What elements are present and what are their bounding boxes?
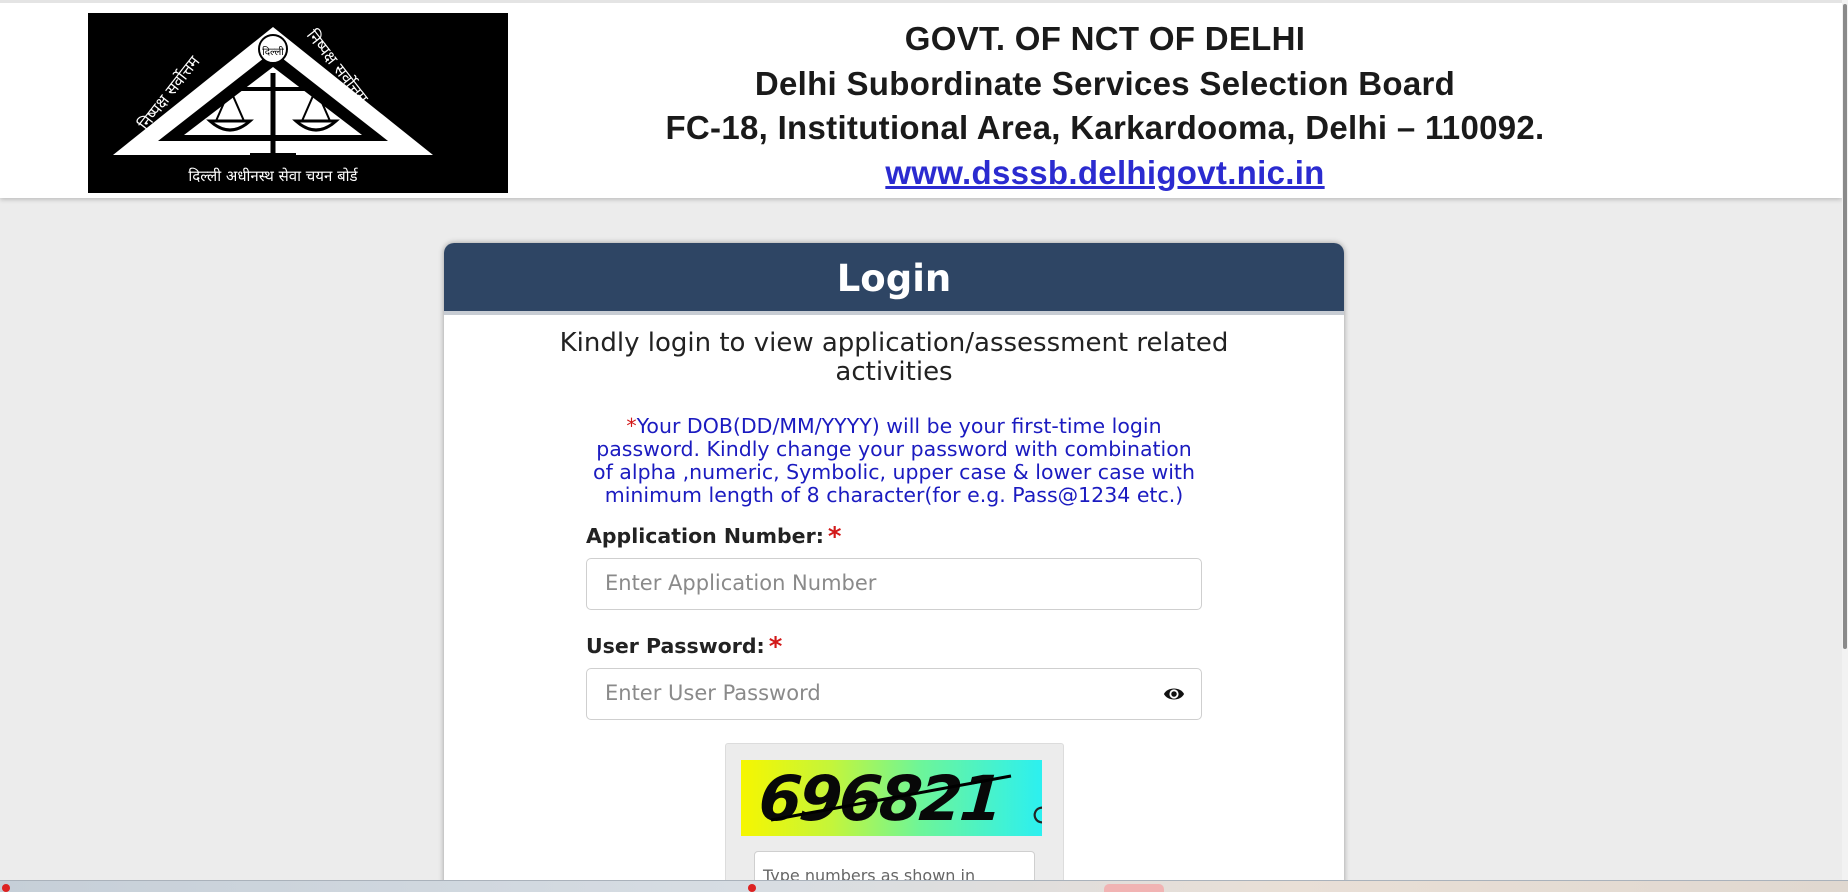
- password-note: *Your DOB(DD/MM/YYYY) will be your first…: [584, 415, 1204, 507]
- logo-top-text: दिल्ली: [262, 46, 284, 58]
- scrollbar-thumb[interactable]: [1843, 4, 1847, 649]
- application-number-field: Application Number: * Enter Application N…: [586, 521, 1202, 610]
- website-link[interactable]: www.dsssb.delhigovt.nic.in: [885, 154, 1324, 191]
- login-subtitle: Kindly login to view application/assessm…: [559, 328, 1229, 387]
- application-number-label-text: Application Number:: [586, 524, 824, 548]
- taskbar-app-icon[interactable]: [2, 884, 10, 892]
- refresh-icon[interactable]: [1031, 804, 1042, 826]
- user-password-label-text: User Password:: [586, 634, 765, 658]
- header-banner: दिल्ली दिल्ली अधीनस्थ सेवा चयन बोर्ड निष…: [0, 0, 1842, 198]
- note-text: Your DOB(DD/MM/YYYY) will be your first-…: [593, 414, 1195, 507]
- dsssb-logo: दिल्ली दिल्ली अधीनस्थ सेवा चयन बोर्ड निष…: [88, 13, 508, 193]
- eye-icon[interactable]: [1163, 684, 1185, 704]
- page-scrollbar[interactable]: [1842, 0, 1848, 892]
- application-number-label: Application Number: *: [586, 521, 1202, 552]
- user-password-label: User Password: *: [586, 631, 1202, 662]
- header-board: Delhi Subordinate Services Selection Boa…: [754, 64, 1456, 102]
- taskbar: [0, 880, 1848, 892]
- login-card: Login Kindly login to view application/a…: [444, 243, 1344, 892]
- required-asterisk: *: [827, 522, 842, 552]
- captcha-noise-line: [770, 774, 1012, 822]
- header-text: GOVT. OF NCT OF DELHI Delhi Subordinate …: [560, 17, 1650, 195]
- application-number-input[interactable]: Enter Application Number: [586, 558, 1202, 610]
- application-number-placeholder: Enter Application Number: [605, 571, 877, 595]
- user-password-placeholder: Enter User Password: [605, 681, 821, 705]
- required-asterisk: *: [768, 632, 783, 662]
- logo-motto: दिल्ली अधीनस्थ सेवा चयन बोर्ड: [188, 167, 358, 185]
- note-asterisk: *: [626, 414, 637, 438]
- captcha-panel: 696821 Type numbers as shown in image: [725, 743, 1064, 892]
- captcha-image: 696821: [741, 760, 1042, 836]
- taskbar-app-icon[interactable]: [748, 884, 756, 892]
- header-address: FC-18, Institutional Area, Karkardooma, …: [665, 109, 1545, 146]
- taskbar-tab[interactable]: [1104, 884, 1164, 892]
- user-password-field: User Password: * Enter User Password: [586, 631, 1202, 720]
- user-password-input[interactable]: Enter User Password: [586, 668, 1202, 720]
- header-govt: GOVT. OF NCT OF DELHI: [904, 20, 1306, 57]
- login-title: Login: [444, 243, 1344, 315]
